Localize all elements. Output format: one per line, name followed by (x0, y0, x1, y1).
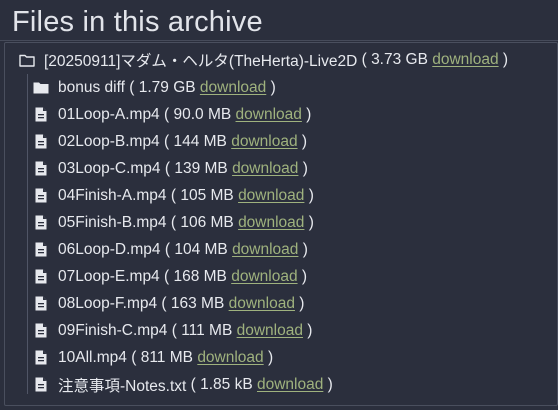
file-row: 06Loop-D.mp4 ( 104 MB download ) (32, 236, 333, 263)
file-icon (32, 268, 50, 286)
file-row: 注意事項-Notes.txt ( 1.85 kB download ) (32, 371, 333, 398)
download-link[interactable]: download (232, 241, 298, 259)
title-divider (0, 40, 558, 41)
download-link[interactable]: download (238, 187, 304, 205)
folder-row: bonus diff ( 1.79 GB download ) (32, 74, 333, 101)
download-link[interactable]: download (200, 79, 266, 97)
download-link[interactable]: download (197, 349, 263, 367)
item-size: 1.79 GB (138, 78, 196, 96)
tree-guide-line (27, 74, 28, 394)
download-link[interactable]: download (231, 268, 297, 286)
file-row: 05Finish-B.mp4 ( 106 MB download ) (32, 209, 333, 236)
item-name: 01Loop-A.mp4 (58, 105, 160, 123)
file-icon (32, 133, 50, 151)
file-row: 02Loop-B.mp4 ( 144 MB download ) (32, 128, 333, 155)
file-row: 10All.mp4 ( 811 MB download ) (32, 344, 333, 371)
root-folder-name: [20250911]マダム・ヘルタ(TheHerta)-Live2D (44, 53, 358, 70)
item-size: 90.0 MB (173, 105, 232, 123)
download-link[interactable]: download (229, 295, 295, 313)
root-folder-size-open: ( (357, 51, 372, 68)
download-link[interactable]: download (238, 214, 304, 232)
item-size: 163 MB (170, 294, 225, 312)
file-icon (32, 160, 50, 178)
file-list: bonus diff ( 1.79 GB download ) 01Loop-A.… (32, 74, 333, 398)
file-row: 08Loop-F.mp4 ( 163 MB download ) (32, 290, 333, 317)
item-size: 139 MB (174, 159, 228, 177)
item-size: 1.85 kB (200, 375, 253, 393)
item-name: 03Loop-C.mp4 (58, 159, 161, 177)
file-icon (32, 322, 50, 340)
folder-outline-icon (18, 51, 36, 69)
file-row: 03Loop-C.mp4 ( 139 MB download ) (32, 155, 333, 182)
file-icon (32, 106, 50, 124)
file-icon (32, 349, 50, 367)
file-icon (32, 295, 50, 313)
item-size: 104 MB (174, 240, 228, 258)
file-icon (32, 241, 50, 259)
root-folder-row: [20250911]マダム・ヘルタ(TheHerta)-Live2D ( 3.7… (18, 49, 508, 71)
item-name: 02Loop-B.mp4 (58, 132, 160, 150)
item-size: 105 MB (180, 186, 234, 204)
root-folder-size: 3.73 GB (371, 51, 428, 68)
file-icon (32, 376, 50, 394)
item-size: 168 MB (173, 267, 227, 285)
item-name: 07Loop-E.mp4 (58, 267, 160, 285)
file-icon (32, 214, 50, 232)
page-title: Files in this archive (12, 6, 263, 38)
item-name: 08Loop-F.mp4 (58, 294, 158, 312)
file-icon (32, 187, 50, 205)
item-size: 106 MB (180, 213, 234, 231)
item-name: 04Finish-A.mp4 (58, 186, 167, 204)
root-download-link[interactable]: download (432, 51, 498, 69)
item-name: 注意事項-Notes.txt (58, 377, 187, 395)
download-link[interactable]: download (232, 160, 298, 178)
item-size: 811 MB (140, 348, 193, 366)
download-link[interactable]: download (231, 133, 297, 151)
file-row: 04Finish-A.mp4 ( 105 MB download ) (32, 182, 333, 209)
item-name: 09Finish-C.mp4 (58, 321, 168, 339)
download-link[interactable]: download (237, 322, 303, 340)
file-row: 07Loop-E.mp4 ( 168 MB download ) (32, 263, 333, 290)
item-name: 05Finish-B.mp4 (58, 213, 167, 231)
file-row: 09Finish-C.mp4 ( 111 MB download ) (32, 317, 333, 344)
item-name: 06Loop-D.mp4 (58, 240, 161, 258)
item-size: 144 MB (173, 132, 227, 150)
item-name: 10All.mp4 (58, 348, 127, 366)
item-size: 111 MB (181, 321, 233, 339)
file-row: 01Loop-A.mp4 ( 90.0 MB download ) (32, 101, 333, 128)
download-link[interactable]: download (257, 376, 323, 394)
item-name: bonus diff (58, 78, 125, 96)
folder-icon (32, 79, 50, 97)
download-link[interactable]: download (236, 106, 302, 124)
